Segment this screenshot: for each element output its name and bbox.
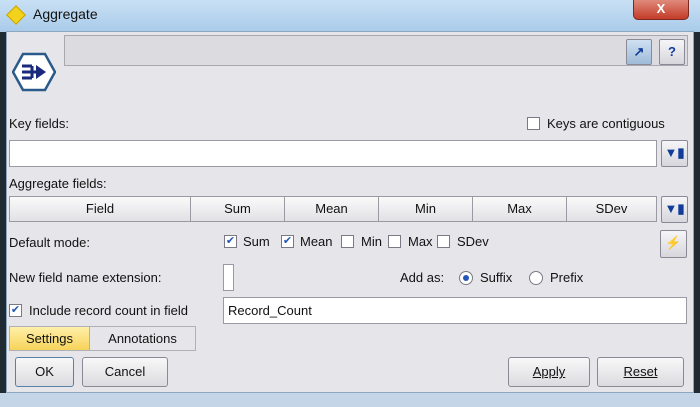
window-frame <box>0 393 700 407</box>
add-as-label: Add as: <box>400 270 445 285</box>
key-fields-input[interactable] <box>9 140 657 167</box>
apply-defaults-button[interactable]: ⚡ <box>660 230 687 258</box>
default-mode-label: Default mode: <box>9 235 90 250</box>
include-record-count-label: Include record count in field <box>29 303 188 318</box>
question-icon: ? <box>668 44 676 59</box>
extension-input[interactable] <box>223 264 234 291</box>
include-record-count-checkbox[interactable]: ✔ <box>9 304 22 317</box>
extension-label: New field name extension: <box>9 270 162 285</box>
close-button[interactable]: X <box>633 0 689 20</box>
record-count-field-input[interactable]: Record_Count <box>223 297 687 324</box>
window-title: Aggregate <box>33 6 98 22</box>
sdev-checkbox[interactable] <box>437 235 450 248</box>
max-checkbox[interactable] <box>388 235 401 248</box>
sum-checkbox[interactable]: ✔ <box>224 235 237 248</box>
sdev-label: SDev <box>457 234 489 249</box>
aggregate-node-icon <box>12 52 56 92</box>
key-fields-picker-button[interactable]: ▼▮ <box>661 140 688 167</box>
column-header-mean[interactable]: Mean <box>284 196 379 222</box>
aggregate-fields-picker-button[interactable]: ▼▮ <box>661 196 688 223</box>
column-header-sum[interactable]: Sum <box>190 196 285 222</box>
column-header-field[interactable]: Field <box>9 196 191 222</box>
suffix-label: Suffix <box>480 270 513 285</box>
field-picker-icon: ▼▮ <box>664 145 685 160</box>
arrow-up-right-icon: ↗ <box>633 44 645 59</box>
min-label: Min <box>361 234 382 249</box>
suffix-radio[interactable] <box>459 271 473 285</box>
apply-button[interactable]: Apply <box>508 357 590 387</box>
reset-button[interactable]: Reset <box>597 357 684 387</box>
prefix-label: Prefix <box>550 270 584 285</box>
key-fields-label: Key fields: <box>9 116 69 131</box>
ok-button[interactable]: OK <box>15 357 74 387</box>
lightning-icon: ⚡ <box>665 235 682 250</box>
column-header-min[interactable]: Min <box>378 196 473 222</box>
field-picker-icon: ▼▮ <box>664 201 685 216</box>
min-checkbox[interactable] <box>341 235 354 248</box>
keys-contiguous-label: Keys are contiguous <box>547 116 665 131</box>
column-header-max[interactable]: Max <box>472 196 567 222</box>
aggregate-fields-label: Aggregate fields: <box>9 176 107 191</box>
node-name-area <box>64 35 688 66</box>
help-button[interactable]: ? <box>659 39 685 65</box>
max-label: Max <box>408 234 433 249</box>
keys-contiguous-checkbox[interactable] <box>527 117 540 130</box>
column-header-sdev[interactable]: SDev <box>566 196 657 222</box>
tab-annotations[interactable]: Annotations <box>89 326 196 351</box>
prefix-radio[interactable] <box>529 271 543 285</box>
title-bar <box>0 0 700 32</box>
tab-settings[interactable]: Settings <box>9 326 90 351</box>
sum-label: Sum <box>243 234 270 249</box>
mean-checkbox[interactable]: ✔ <box>281 235 294 248</box>
preview-button[interactable]: ↗ <box>626 39 652 65</box>
mean-label: Mean <box>300 234 333 249</box>
cancel-button[interactable]: Cancel <box>82 357 168 387</box>
